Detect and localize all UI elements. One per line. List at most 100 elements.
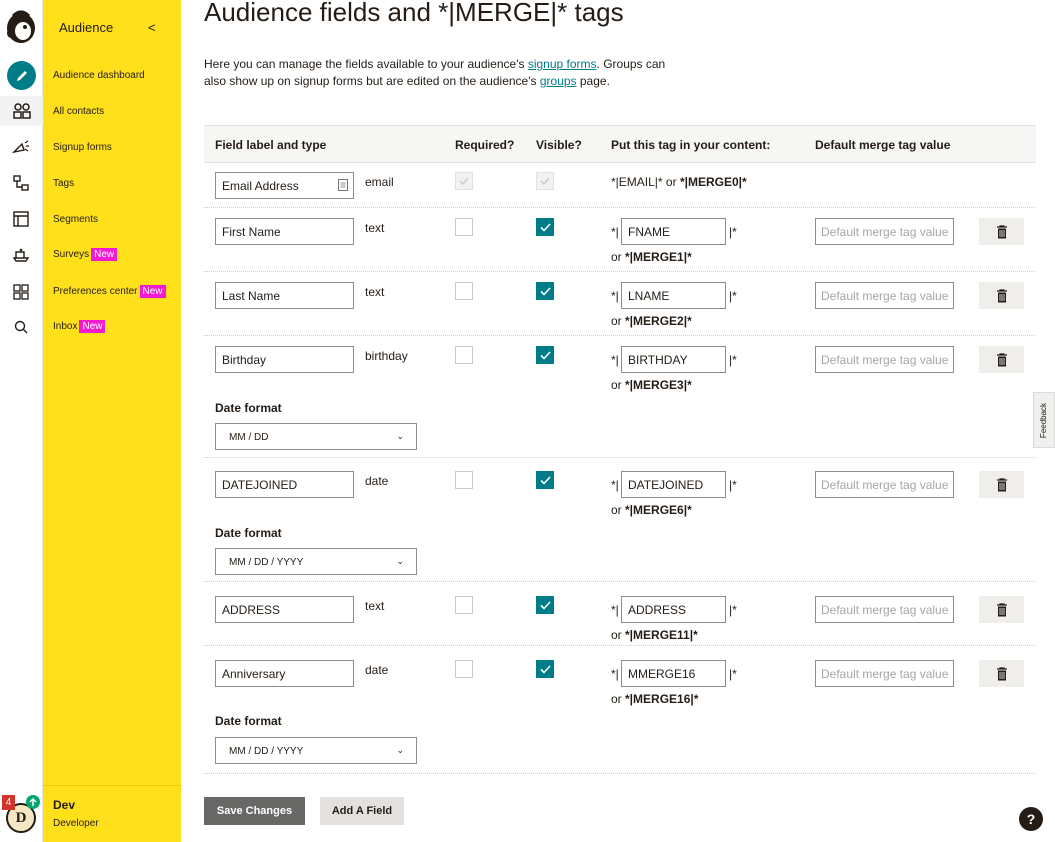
new-badge: New — [139, 285, 166, 298]
table-row: ADDRESS text *| ADDRESS |* or *|MERGE11|… — [204, 582, 1036, 646]
visible-checkbox[interactable] — [536, 596, 554, 614]
user-role: Developer — [53, 818, 99, 829]
mailchimp-logo-icon[interactable] — [4, 8, 38, 46]
default-value-input[interactable]: Default merge tag value — [815, 282, 954, 309]
feedback-tab[interactable]: Feedback — [1033, 392, 1055, 448]
field-type: text — [365, 285, 385, 299]
date-format-select[interactable]: MM / DD / YYYY ⌄ — [215, 548, 417, 575]
page-title: Audience fields and *|MERGE|* tags — [204, 0, 624, 27]
content-studio-icon[interactable] — [10, 244, 32, 266]
merge-tag-input[interactable]: ADDRESS — [621, 596, 726, 623]
field-type: email — [365, 175, 394, 189]
required-checkbox — [455, 172, 473, 190]
field-label-input[interactable]: Anniversary — [215, 660, 354, 687]
field-label-input[interactable]: DATEJOINED — [215, 471, 354, 498]
create-pencil-icon[interactable] — [7, 61, 36, 90]
contact-card-icon — [338, 179, 348, 194]
field-label-input[interactable]: ADDRESS — [215, 596, 354, 623]
upgrade-arrow-icon[interactable] — [26, 795, 40, 809]
sidebar-item-audience-dashboard[interactable]: Audience dashboard — [53, 70, 145, 81]
field-label-input[interactable]: First Name — [215, 218, 354, 245]
sidebar-item-preferences-center[interactable]: Preferences center New — [53, 285, 166, 298]
table-row: Birthday birthday *| BIRTHDAY |* or *|ME… — [204, 336, 1036, 458]
notification-count-badge[interactable]: 4 — [2, 795, 15, 810]
sidebar-item-tags[interactable]: Tags — [53, 178, 74, 189]
date-format-select[interactable]: MM / DD / YYYY ⌄ — [215, 737, 417, 764]
audience-sidebar: Audience < Audience dashboard All contac… — [43, 0, 181, 842]
search-icon[interactable] — [10, 316, 32, 338]
table-row: First Name text *| FNAME |* or *|MERGE1|… — [204, 208, 1036, 272]
help-button[interactable]: ? — [1019, 807, 1043, 831]
chevron-down-icon: ⌄ — [396, 556, 404, 566]
default-value-input[interactable]: Default merge tag value — [815, 346, 954, 373]
user-name: Dev — [53, 798, 76, 812]
required-checkbox[interactable] — [455, 660, 473, 678]
date-format-select[interactable]: MM / DD ⌄ — [215, 423, 417, 450]
chevron-down-icon: ⌄ — [396, 431, 404, 441]
required-checkbox[interactable] — [455, 346, 473, 364]
groups-link[interactable]: groups — [540, 74, 577, 88]
required-checkbox[interactable] — [455, 218, 473, 236]
merge-tag-text: *|EMAIL|* or *|MERGE0|* — [611, 175, 747, 189]
new-badge: New — [91, 248, 118, 261]
date-format-label: Date format — [215, 714, 282, 728]
visible-checkbox[interactable] — [536, 471, 554, 489]
table-row: DATEJOINED date *| DATEJOINED |* or *|ME… — [204, 458, 1036, 582]
sidebar-collapse-icon[interactable]: < — [148, 20, 156, 35]
delete-field-trash-icon[interactable] — [979, 218, 1024, 245]
required-checkbox[interactable] — [455, 471, 473, 489]
header-default-value: Default merge tag value — [815, 138, 951, 152]
header-required: Required? — [455, 138, 515, 152]
save-changes-button[interactable]: Save Changes — [204, 797, 305, 825]
field-label-input[interactable]: Last Name — [215, 282, 354, 309]
date-format-label: Date format — [215, 526, 282, 540]
merge-tag-input[interactable]: MMERGE16 — [621, 660, 726, 687]
field-type: text — [365, 221, 385, 235]
delete-field-trash-icon[interactable] — [979, 282, 1024, 309]
delete-field-trash-icon[interactable] — [979, 660, 1024, 687]
website-icon[interactable] — [10, 208, 32, 230]
sidebar-item-all-contacts[interactable]: All contacts — [53, 106, 104, 117]
merge-tag-input[interactable]: BIRTHDAY — [621, 346, 726, 373]
required-checkbox[interactable] — [455, 596, 473, 614]
new-badge: New — [79, 320, 106, 333]
delete-field-trash-icon[interactable] — [979, 471, 1024, 498]
field-type: date — [365, 474, 389, 488]
visible-checkbox[interactable] — [536, 346, 554, 364]
add-field-button[interactable]: Add A Field — [320, 797, 404, 825]
audience-icon[interactable] — [0, 96, 43, 126]
sidebar-item-segments[interactable]: Segments — [53, 214, 98, 225]
campaigns-megaphone-icon[interactable] — [10, 137, 32, 159]
page-intro: Here you can manage the fields available… — [204, 57, 666, 88]
visible-checkbox[interactable] — [536, 660, 554, 678]
table-row: Last Name text *| LNAME |* or *|MERGE2|*… — [204, 272, 1036, 336]
integrations-grid-icon[interactable] — [10, 281, 32, 303]
account-avatar-area[interactable]: D 4 — [2, 795, 42, 835]
visible-checkbox[interactable] — [536, 218, 554, 236]
default-value-input[interactable]: Default merge tag value — [815, 218, 954, 245]
automations-icon[interactable] — [10, 172, 32, 194]
sidebar-item-surveys[interactable]: Surveys New — [53, 248, 118, 261]
default-value-input[interactable]: Default merge tag value — [815, 471, 954, 498]
merge-tag-input[interactable]: FNAME — [621, 218, 726, 245]
visible-checkbox[interactable] — [536, 282, 554, 300]
merge-tag-input[interactable]: DATEJOINED — [621, 471, 726, 498]
field-label-input[interactable]: Birthday — [215, 346, 354, 373]
icon-rail: D 4 — [0, 0, 43, 842]
required-checkbox[interactable] — [455, 282, 473, 300]
field-label-input[interactable]: Email Address — [215, 172, 354, 199]
delete-field-trash-icon[interactable] — [979, 346, 1024, 373]
delete-field-trash-icon[interactable] — [979, 596, 1024, 623]
visible-checkbox — [536, 172, 554, 190]
sidebar-item-inbox[interactable]: Inbox New — [53, 320, 106, 333]
sidebar-item-signup-forms[interactable]: Signup forms — [53, 142, 112, 153]
field-type: text — [365, 599, 385, 613]
signup-forms-link[interactable]: signup forms — [528, 57, 597, 71]
table-row: Anniversary date *| MMERGE16 |* or *|MER… — [204, 646, 1036, 774]
default-value-input[interactable]: Default merge tag value — [815, 596, 954, 623]
sidebar-heading: Audience — [59, 20, 114, 35]
date-format-label: Date format — [215, 401, 282, 415]
merge-tag-input[interactable]: LNAME — [621, 282, 726, 309]
default-value-input[interactable]: Default merge tag value — [815, 660, 954, 687]
sidebar-account-footer[interactable]: Dev Developer — [43, 785, 181, 842]
